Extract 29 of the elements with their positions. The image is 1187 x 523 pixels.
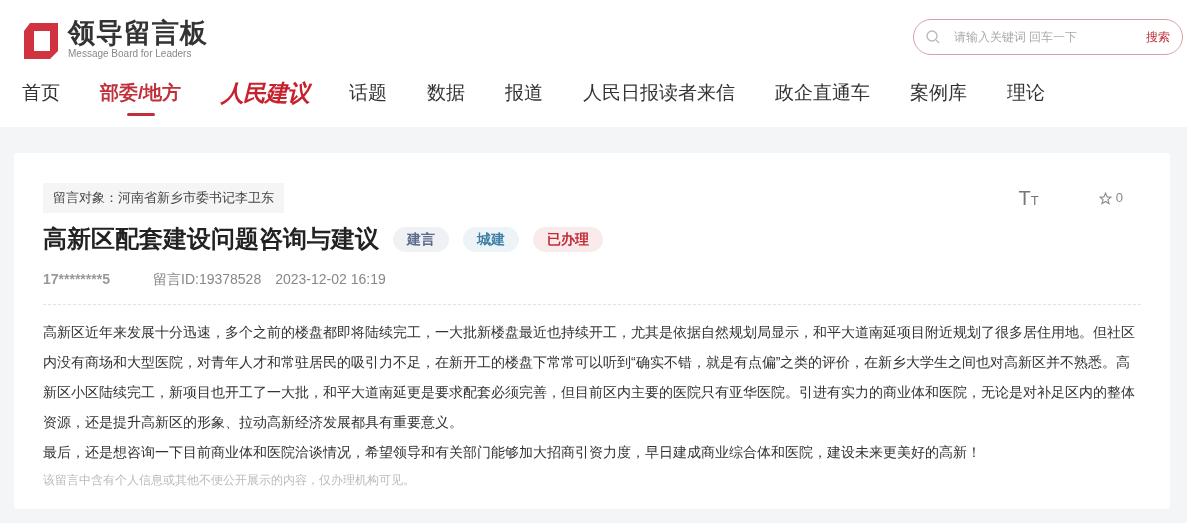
message-paragraph: 高新区近年来发展十分迅速，多个之前的楼盘都即将陆续完工，一大批新楼盘最近也持续开工，尤其是依据自然规划局显示，和平大道南延项目附近规划了很多居住用地。但社区内没有商场和大型医院，对青年人才和常驻居民的吸引力不足，在新开工的楼盘下常常可以听到“确实不错，就是有点偏”之类的评价，在新乡大学生之间也对高新区并不熟悉。高新区小区陆续完工，新项目也开工了一大批，和平大道南延更是要求配套必须完善，但目前区内主要的医院只有亚华医院。引进有实力的商业体和医院，无论是对补足区内的整体资源，还是提升高新区的形象、拉动高新经济发展都具有重要意义。: [43, 323, 1136, 432]
nav-tab[interactable]: 人民日报读者来信: [583, 79, 736, 107]
logo-title: 领导留言板: [68, 20, 208, 47]
message-title: 高新区配套建设问题咨询与建议: [43, 224, 379, 254]
tag: 建言: [393, 226, 449, 252]
search-button[interactable]: 搜索: [1146, 27, 1170, 46]
nav-tab[interactable]: 部委/地方: [100, 79, 182, 107]
tag: 城建: [463, 226, 519, 252]
message-paragraph: 最后，还是想咨询一下目前商业体和医院洽谈情况，希望领导和有关部门能够加大招商引资力度，早日建成商业综合体和医院，建设未来更美好的高新！: [43, 443, 982, 462]
message-time: 2023-12-02 16:19: [275, 270, 386, 289]
nav-tab[interactable]: 人民建议: [221, 79, 310, 107]
recipient-label: 留言对象：河南省新乡市委书记李卫东: [43, 183, 284, 213]
message-id: 留言ID:19378528: [153, 270, 262, 289]
logo-subtitle: Message Board for Leaders: [68, 49, 193, 59]
nav-tab[interactable]: 报道: [505, 79, 544, 107]
nav-tab[interactable]: 案例库: [910, 79, 968, 107]
nav-tab[interactable]: 理论: [1007, 79, 1046, 107]
tag: 已办理: [533, 226, 603, 252]
nav-tab[interactable]: 政企直通车: [775, 79, 871, 107]
author-label: 17********5: [43, 270, 111, 289]
nav-tab[interactable]: 话题: [349, 79, 388, 107]
logo-icon: [22, 20, 60, 59]
search-icon: [926, 29, 940, 44]
nav-tab[interactable]: 首页: [22, 79, 60, 107]
star-icon: [1098, 191, 1112, 205]
privacy-notice: 该留言中含有个人信息或其他不便公开展示的内容，仅办理机构可见。: [43, 472, 416, 489]
nav-tab[interactable]: 数据: [427, 79, 466, 107]
favorite-button[interactable]: 0: [1098, 188, 1123, 208]
font-size-button[interactable]: TT: [1018, 183, 1039, 213]
